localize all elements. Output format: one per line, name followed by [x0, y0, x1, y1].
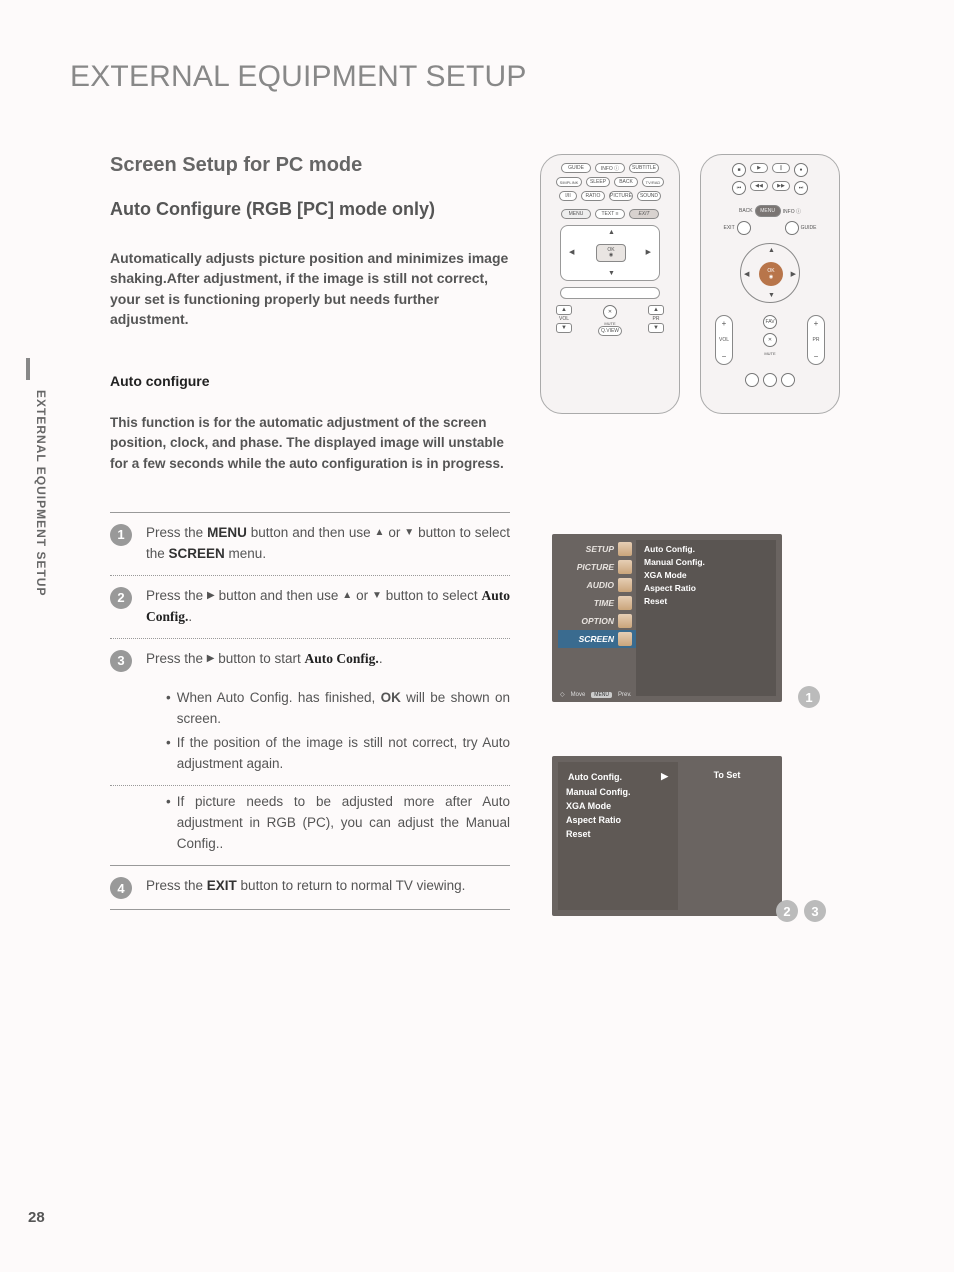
- ok-button: OK◉: [759, 262, 783, 286]
- record-icon: ●: [794, 163, 808, 177]
- simplink-button: SIMPLINK: [556, 177, 582, 187]
- step-2-text: Press the ▶ button and then use ▲ or ▼ b…: [146, 586, 510, 628]
- osd-item-picture: PICTURE: [558, 558, 636, 576]
- guide-circle: [785, 221, 799, 235]
- long-button: [560, 287, 660, 299]
- qview-button: Q.VIEW: [598, 326, 622, 336]
- section-title: Screen Setup for PC mode: [110, 154, 510, 177]
- menu-button: MENU: [755, 205, 781, 217]
- step-2: 2 Press the ▶ button and then use ▲ or ▼…: [110, 576, 510, 639]
- tvradio-button: TV/RAD: [642, 177, 664, 187]
- osd2-item-autoconfig: Auto Config.▶: [566, 770, 670, 783]
- step-number-4: 4: [110, 877, 132, 899]
- osd-item-screen: SCREEN: [558, 630, 636, 648]
- misc-circle: [745, 373, 759, 387]
- skip-prev-icon: ⏮: [732, 181, 746, 195]
- side-tab-accent: [26, 358, 30, 380]
- osd-step-badges-23: 2 3: [776, 900, 826, 922]
- nav-ring: ▲ ▼ ◀ ▶ OK◉: [740, 243, 800, 303]
- nav-left-icon: ◀: [744, 270, 749, 278]
- triangle-right-icon: ▶: [207, 591, 215, 601]
- osd-step-badge-1: 1: [798, 686, 820, 708]
- nav-left-icon: ◀: [569, 248, 574, 256]
- nav-down-icon: ▼: [768, 292, 775, 299]
- sub-title: Auto Configure (RGB [PC] mode only): [110, 199, 510, 220]
- step-number-1: 1: [110, 524, 132, 546]
- sound-button: SOUND: [637, 191, 661, 201]
- fav-button: FAV: [763, 315, 777, 329]
- step-4: 4 Press the EXIT button to return to nor…: [110, 866, 510, 910]
- description-paragraph: This function is for the automatic adjus…: [110, 413, 510, 474]
- step-1-text: Press the MENU button and then use ▲ or …: [146, 523, 510, 565]
- play-icon: ▶: [750, 163, 768, 173]
- osd-menu-2: Auto Config.▶ Manual Config. XGA Mode As…: [552, 756, 782, 916]
- osd-left-column: SETUP PICTURE AUDIO TIME OPTION SCREEN: [558, 540, 636, 696]
- misc-circle: [781, 373, 795, 387]
- step-3-bullets-a: When Auto Config. has finished, OK will …: [110, 682, 510, 787]
- nav-up-icon: ▲: [768, 247, 775, 254]
- text-button: TEXT ≡: [595, 209, 625, 219]
- step-number-3: 3: [110, 650, 132, 672]
- osd-item-time: TIME: [558, 594, 636, 612]
- nav-up-icon: ▲: [608, 229, 615, 236]
- ok-button: OK◉: [596, 244, 626, 262]
- step-4-text: Press the EXIT button to return to norma…: [146, 876, 465, 897]
- triangle-up-icon: ▲: [342, 591, 352, 601]
- steps-list: 1 Press the MENU button and then use ▲ o…: [110, 512, 510, 910]
- triangle-down-icon: ▼: [404, 528, 414, 538]
- forward-icon: ▶▶: [772, 181, 790, 191]
- exit-circle: [737, 221, 751, 235]
- exit-button: EXIT: [629, 209, 659, 219]
- osd-menu-1: SETUP PICTURE AUDIO TIME OPTION SCREEN A…: [552, 534, 782, 702]
- osd-item-option: OPTION: [558, 612, 636, 630]
- triangle-up-icon: ▲: [375, 528, 385, 538]
- nav-down-icon: ▼: [608, 270, 615, 277]
- remote-1: GUIDE INFO ⓘ SUBTITLE SIMPLINK SLEEP BAC…: [540, 154, 680, 414]
- triangle-right-icon: ▶: [661, 771, 668, 782]
- subtitle-button: SUBTITLE: [629, 163, 659, 173]
- nav-right-icon: ▶: [646, 248, 651, 256]
- osd-footer: ◇Move MENUPrev.: [560, 691, 632, 698]
- osd-item-setup: SETUP: [558, 540, 636, 558]
- remote-2: ■ ▶ ∥ ● ⏮ ◀◀ ▶▶ ⏭ BACK MENU INFO ⓘ: [700, 154, 840, 414]
- nav-right-icon: ▶: [791, 270, 796, 278]
- osd-right-column: Auto Config. Manual Config. XGA Mode Asp…: [636, 540, 776, 696]
- step-3: 3 Press the ▶ button to start Auto Confi…: [110, 639, 510, 682]
- sub-heading: Auto configure: [110, 373, 510, 389]
- sleep-button: SLEEP: [586, 177, 610, 187]
- step-3-bullets-b: If picture needs to be adjusted more aft…: [110, 786, 510, 866]
- triangle-down-icon: ▼: [372, 591, 382, 601]
- step-3-text: Press the ▶ button to start Auto Config.…: [146, 649, 383, 670]
- iii-button: I/II: [559, 191, 577, 201]
- stop-icon: ■: [732, 163, 746, 177]
- pr-rocker: +PR−: [807, 315, 825, 365]
- ratio-button: RATIO: [581, 191, 605, 201]
- vol-rocker: +VOL−: [715, 315, 733, 365]
- intro-paragraph: Automatically adjusts picture position a…: [110, 248, 510, 329]
- info-button: INFO ⓘ: [595, 163, 625, 173]
- picture-button: PICTURE: [609, 191, 633, 201]
- skip-next-icon: ⏭: [794, 181, 808, 195]
- osd2-right-panel: To Set: [678, 762, 776, 910]
- step-number-2: 2: [110, 587, 132, 609]
- pause-icon: ∥: [772, 163, 790, 173]
- nav-cluster: ▲ ▼ ◀ ▶ OK◉: [560, 225, 660, 281]
- rewind-icon: ◀◀: [750, 181, 768, 191]
- osd-item-audio: AUDIO: [558, 576, 636, 594]
- misc-circle: [763, 373, 777, 387]
- mute-button: ✕: [763, 333, 777, 347]
- remote-illustrations: GUIDE INFO ⓘ SUBTITLE SIMPLINK SLEEP BAC…: [540, 154, 894, 414]
- mute-button: ✕: [603, 305, 617, 319]
- page-title: EXTERNAL EQUIPMENT SETUP: [70, 60, 894, 94]
- guide-button: GUIDE: [561, 163, 591, 173]
- osd2-left-panel: Auto Config.▶ Manual Config. XGA Mode As…: [558, 762, 678, 910]
- pr-rocker: ▲ PR ▼: [647, 305, 665, 333]
- step-1: 1 Press the MENU button and then use ▲ o…: [110, 513, 510, 576]
- vol-rocker: ▲ VOL ▼: [555, 305, 573, 333]
- side-tab-label: EXTERNAL EQUIPMENT SETUP: [34, 390, 48, 596]
- back-button: BACK: [614, 177, 638, 187]
- menu-button: MENU: [561, 209, 591, 219]
- page-number: 28: [28, 1209, 45, 1226]
